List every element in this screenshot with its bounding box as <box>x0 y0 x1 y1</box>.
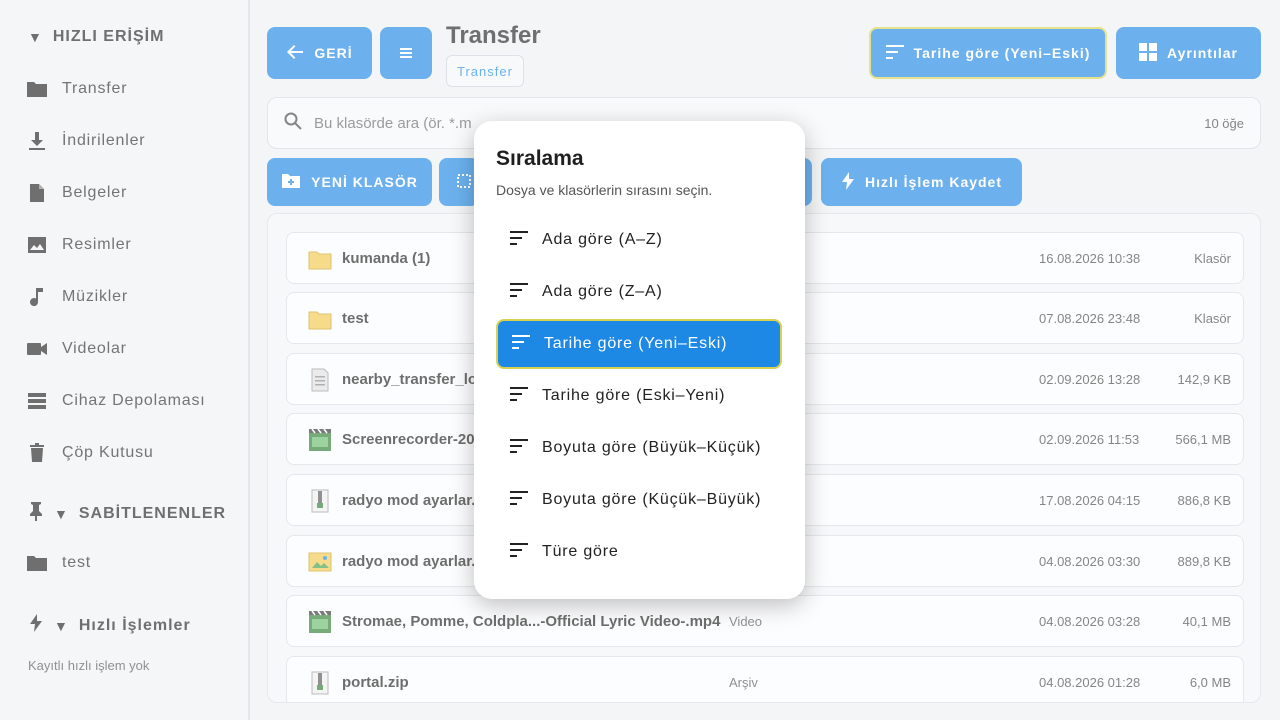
sort-option-date-newest[interactable]: Tarihe göre (Yeni–Eski) <box>496 319 782 369</box>
sort-option-size-largest[interactable]: Boyuta göre (Büyük–Küçük) <box>496 423 782 473</box>
sort-lines-icon <box>510 490 528 510</box>
sort-lines-icon <box>512 334 530 354</box>
sort-option-name-asc[interactable]: Ada göre (A–Z) <box>496 215 782 265</box>
sort-lines-icon <box>510 386 528 406</box>
sort-option-type[interactable]: Türe göre <box>496 527 782 577</box>
sort-lines-icon <box>510 230 528 250</box>
sort-option-date-oldest[interactable]: Tarihe göre (Eski–Yeni) <box>496 371 782 421</box>
sort-dialog: Sıralama Dosya ve klasörlerin sırasını s… <box>474 121 805 599</box>
sort-lines-icon <box>510 282 528 302</box>
sort-option-size-smallest[interactable]: Boyuta göre (Küçük–Büyük) <box>496 475 782 525</box>
sort-lines-icon <box>510 438 528 458</box>
dialog-subtitle: Dosya ve klasörlerin sırasını seçin. <box>496 182 713 198</box>
sort-lines-icon <box>510 542 528 562</box>
sort-option-name-desc[interactable]: Ada göre (Z–A) <box>496 267 782 317</box>
dialog-title: Sıralama <box>496 147 584 170</box>
